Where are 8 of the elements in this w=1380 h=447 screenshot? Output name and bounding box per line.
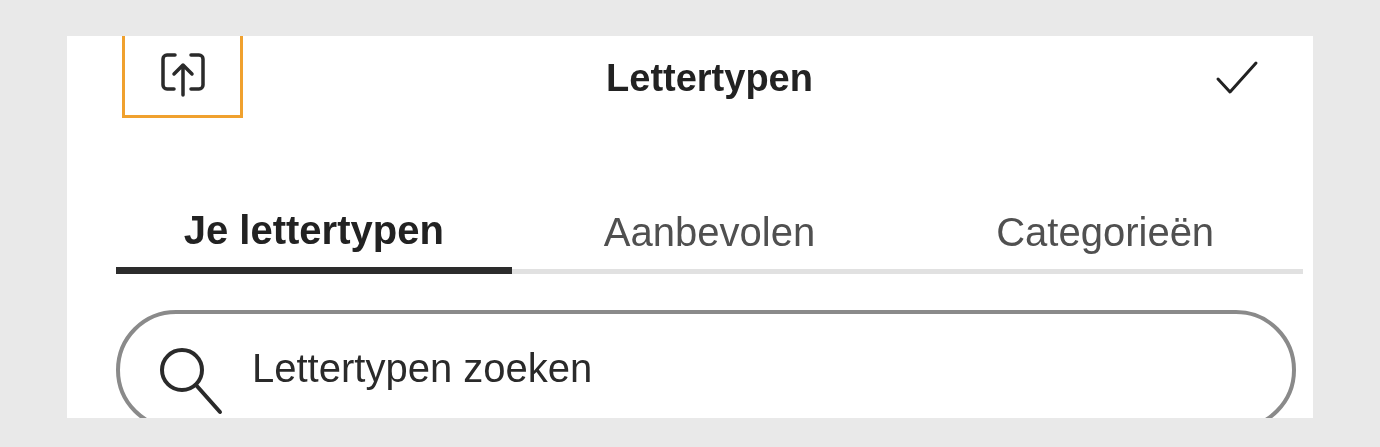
tab[interactable]: Je lettertypen <box>116 208 512 274</box>
search-input[interactable]: Lettertypen zoeken <box>252 346 1292 391</box>
screen-title: Lettertypen <box>606 56 813 100</box>
done-button[interactable] <box>1215 60 1259 96</box>
search-bar[interactable]: Lettertypen zoeken <box>116 310 1296 418</box>
upload-button[interactable] <box>122 36 243 118</box>
tab[interactable]: Aanbevolen <box>511 210 908 274</box>
tab[interactable]: Categorieën <box>907 210 1303 274</box>
